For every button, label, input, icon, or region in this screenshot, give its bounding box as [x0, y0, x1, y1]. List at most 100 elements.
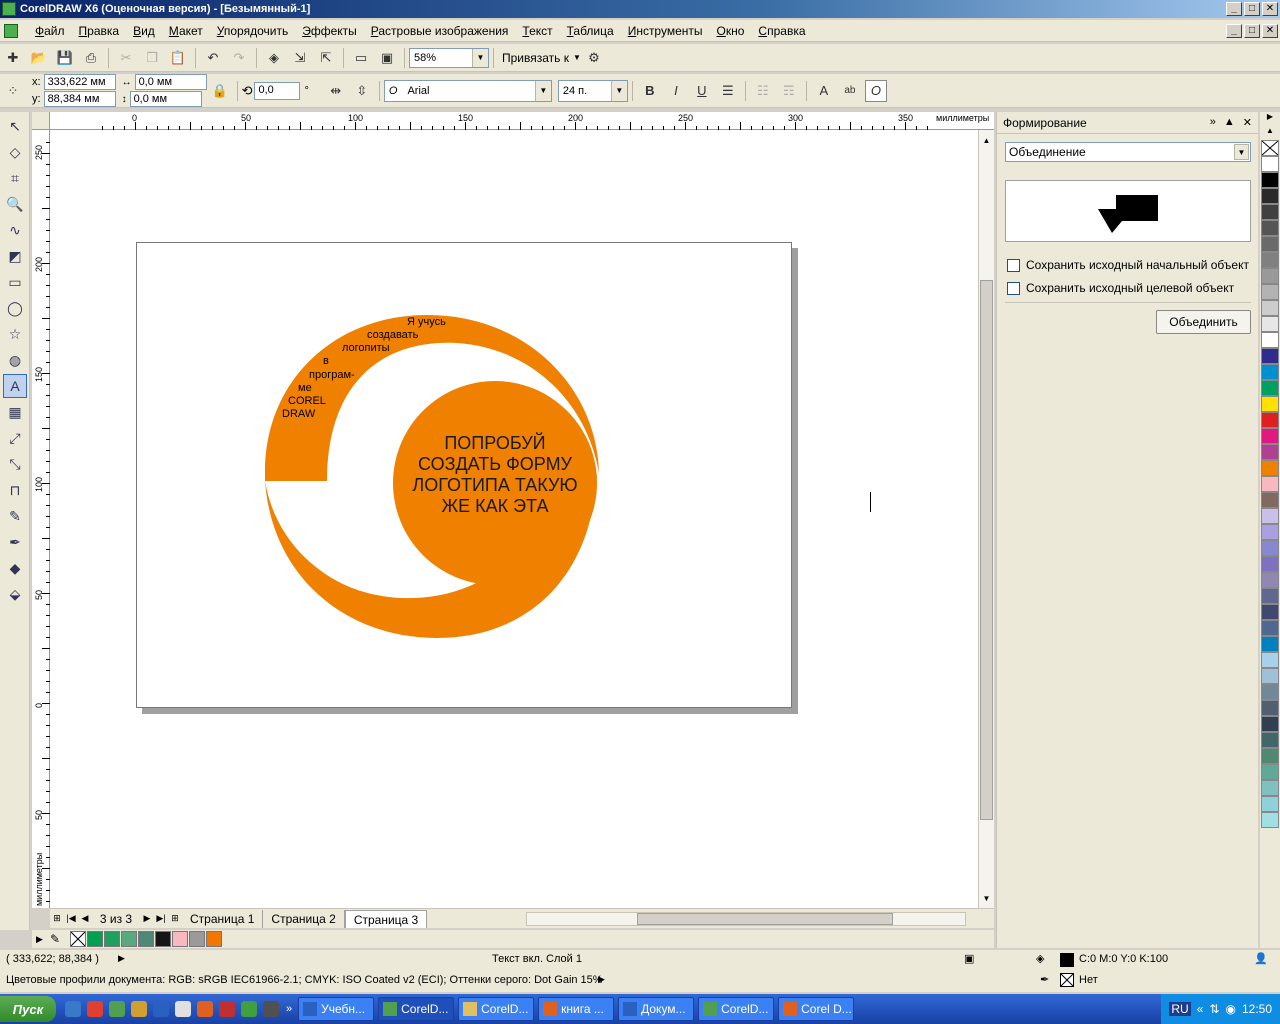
zoom-level-combo[interactable]: 58% ▼ — [409, 47, 489, 68]
drawing-canvas[interactable]: Я учусь создавать логопиты в програм- ме… — [50, 130, 978, 908]
palette-swatch[interactable] — [1261, 732, 1279, 748]
bold-icon[interactable]: B — [639, 80, 661, 102]
palette-swatch[interactable] — [1261, 220, 1279, 236]
palette-swatch[interactable] — [1261, 812, 1279, 828]
keep-source-option[interactable]: Сохранить исходный начальный объект — [1007, 258, 1249, 272]
ruler-origin-icon[interactable] — [32, 112, 50, 130]
palette-swatch[interactable] — [1261, 300, 1279, 316]
palette-swatch[interactable] — [1261, 252, 1279, 268]
task-button[interactable]: Corel D... — [778, 997, 855, 1021]
menu-text[interactable]: Текст — [515, 24, 559, 38]
character-formatting-icon[interactable]: A — [813, 80, 835, 102]
add-page-after-icon[interactable]: ⊞ — [168, 913, 182, 924]
height-field[interactable]: 0,0 мм — [129, 91, 202, 107]
palette-swatch[interactable] — [1261, 396, 1279, 412]
opentype-features-icon[interactable]: O — [864, 79, 887, 102]
close-button[interactable]: ✕ — [1262, 2, 1278, 16]
x-position-field[interactable]: 333,622 мм — [43, 74, 116, 90]
menu-bitmaps[interactable]: Растровые изображения — [364, 24, 516, 38]
undo-icon[interactable]: ↶ — [202, 47, 224, 69]
font-size-combo[interactable]: 24 п. ▼ — [557, 79, 628, 102]
palette-swatch[interactable] — [1261, 572, 1279, 588]
table-tool-icon[interactable]: ▦ — [3, 400, 27, 424]
export-icon[interactable]: ⇱ — [315, 47, 337, 69]
palette-swatch[interactable] — [1261, 236, 1279, 252]
menu-edit[interactable]: Правка — [72, 24, 127, 38]
search-content-icon[interactable]: ◈ — [263, 47, 285, 69]
document-palette-swatch[interactable] — [104, 931, 120, 947]
vertical-scrollbar[interactable]: ▲ ▼ — [978, 130, 994, 908]
scroll-up-icon[interactable]: ▲ — [979, 134, 994, 148]
palette-swatch[interactable] — [1261, 668, 1279, 684]
more-icon[interactable]: » — [286, 1003, 292, 1015]
snap-to-menu[interactable]: Привязать к — [502, 51, 569, 65]
palette-swatch[interactable] — [1261, 172, 1279, 188]
horizontal-ruler[interactable]: 0 50 100 150 200 250 300 350 миллиметры — [50, 112, 994, 130]
zoom-tool-icon[interactable]: 🔍 — [3, 192, 27, 216]
palette-swatch[interactable] — [1261, 636, 1279, 652]
start-button[interactable]: Пуск — [0, 996, 56, 1022]
palette-swatch[interactable] — [1261, 524, 1279, 540]
minimize-button[interactable]: _ — [1226, 2, 1242, 16]
palette-swatch[interactable] — [1261, 332, 1279, 348]
menu-file[interactable]: Файл — [28, 24, 72, 38]
bullet-list-icon[interactable]: ☷ — [752, 80, 774, 102]
lock-ratio-icon[interactable]: 🔒 — [209, 80, 231, 102]
dimension-tool-icon[interactable]: ⤢ — [3, 426, 27, 450]
palette-swatch[interactable] — [1261, 444, 1279, 460]
maximize-button[interactable]: □ — [1244, 2, 1260, 16]
font-family-combo[interactable]: O Arial ▼ — [383, 79, 552, 102]
eyedropper-tool-icon[interactable]: ✎ — [3, 504, 27, 528]
task-button[interactable]: книга ... — [538, 997, 615, 1021]
add-page-before-icon[interactable]: ⊞ — [50, 913, 64, 924]
color-profiles[interactable]: Цветовые профили документа: RGB: sRGB IE… — [6, 974, 603, 986]
task-button[interactable]: Учебн... — [298, 997, 375, 1021]
horizontal-scrollbar[interactable] — [526, 912, 966, 926]
tab-page-3[interactable]: Страница 3 — [344, 909, 428, 928]
app-icon[interactable] — [109, 1001, 125, 1017]
palette-swatch[interactable] — [1261, 796, 1279, 812]
palette-swatch[interactable] — [1261, 540, 1279, 556]
import-icon[interactable]: ⇲ — [289, 47, 311, 69]
expand-icon[interactable]: ▶ — [118, 953, 125, 964]
expand-icon[interactable]: ▶ — [598, 974, 605, 985]
palette-swatch[interactable] — [1261, 492, 1279, 508]
palette-swatch[interactable] — [1261, 348, 1279, 364]
menu-arrange[interactable]: Упорядочить — [210, 24, 295, 38]
vertical-ruler[interactable]: 250 200 150 100 50 0 50 миллиметры — [32, 130, 50, 908]
mirror-horizontal-icon[interactable]: ⇹ — [325, 80, 347, 102]
options-icon[interactable]: ⚙ — [583, 47, 605, 69]
basic-shapes-icon[interactable]: ◍ — [3, 348, 27, 372]
task-button[interactable]: CorelD... — [378, 997, 455, 1021]
application-launcher-icon[interactable]: ▭ — [350, 47, 372, 69]
redo-icon[interactable]: ↷ — [228, 47, 250, 69]
width-field[interactable]: 0,0 мм — [134, 74, 207, 90]
doc-minimize-button[interactable]: _ — [1226, 23, 1242, 38]
doc-close-button[interactable]: ✕ — [1262, 23, 1278, 38]
document-icon[interactable] — [4, 23, 18, 38]
scroll-down-icon[interactable]: ▼ — [979, 892, 994, 906]
palette-swatch[interactable] — [1261, 716, 1279, 732]
shape-tool-icon[interactable]: ◇ — [3, 140, 27, 164]
document-palette-swatch[interactable] — [172, 931, 188, 947]
palette-swatch[interactable] — [1261, 428, 1279, 444]
outline-tool-icon[interactable]: ✒ — [3, 530, 27, 554]
save-icon[interactable]: 💾 — [54, 47, 76, 69]
palette-swatch[interactable] — [1261, 748, 1279, 764]
edit-text-icon[interactable]: ab — [839, 80, 861, 102]
first-page-icon[interactable]: |◀ — [64, 913, 78, 924]
cut-icon[interactable]: ✂ — [115, 47, 137, 69]
next-page-icon[interactable]: ▶ — [140, 913, 154, 924]
rotation-angle-field[interactable]: 0,0 — [254, 81, 301, 100]
palette-swatch[interactable] — [1261, 588, 1279, 604]
text-tool-icon[interactable]: A — [3, 374, 27, 398]
firefox-icon[interactable] — [197, 1001, 213, 1017]
crop-tool-icon[interactable]: ⌗ — [3, 166, 27, 190]
palette-swatch[interactable] — [1261, 380, 1279, 396]
document-palette-swatch[interactable] — [70, 931, 86, 947]
keep-source-checkbox[interactable] — [1007, 258, 1020, 272]
freehand-tool-icon[interactable]: ∿ — [3, 218, 27, 242]
tray-expand-icon[interactable]: « — [1197, 1002, 1204, 1016]
copy-icon[interactable]: ❐ — [141, 47, 163, 69]
doc-restore-button[interactable]: □ — [1244, 23, 1260, 38]
